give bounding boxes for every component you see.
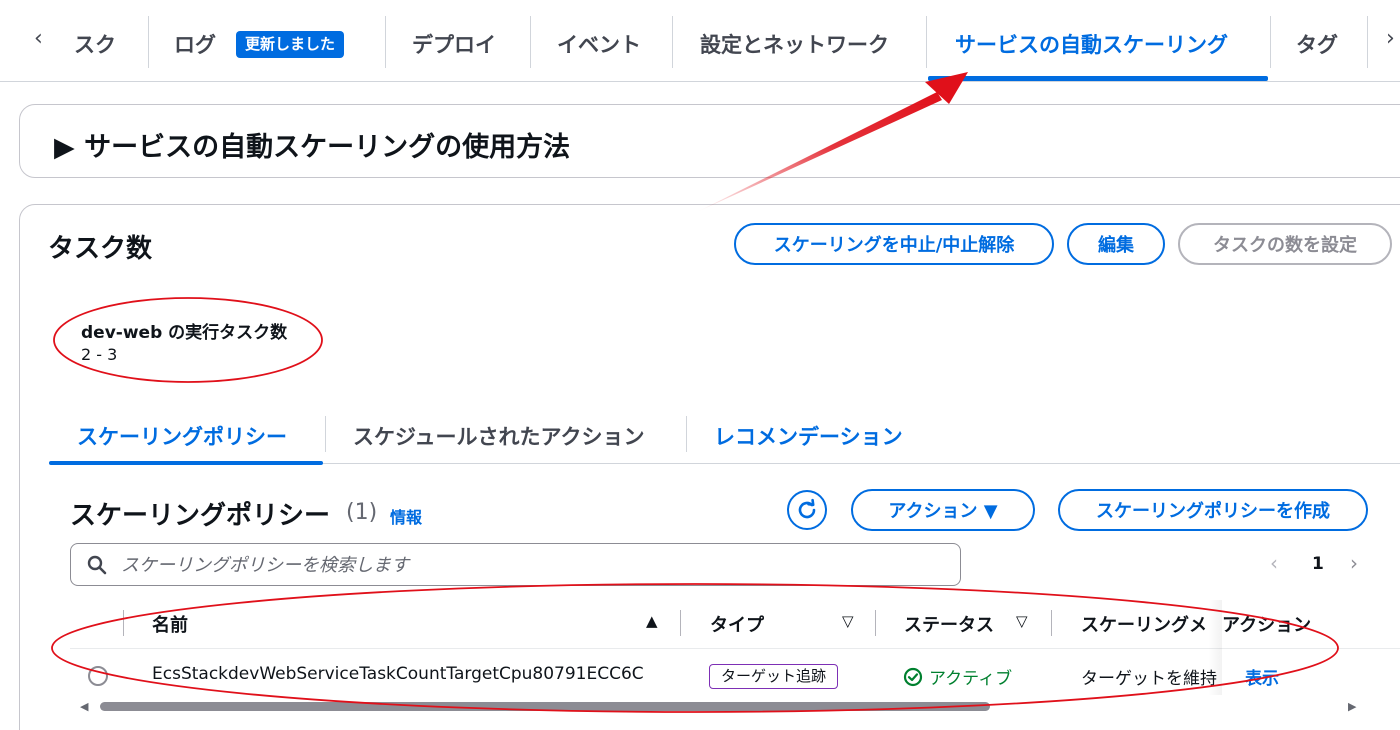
tab-configuration-networking[interactable]: 設定とネットワーク <box>700 29 889 59</box>
tab-divider <box>385 16 386 68</box>
scaling-policies-count: (1) <box>346 500 378 525</box>
refresh-button[interactable] <box>787 490 827 530</box>
tab-logs[interactable]: ログ <box>174 29 216 59</box>
info-link[interactable]: 情報 <box>390 504 422 528</box>
subtab-scaling-policies[interactable]: スケーリングポリシー <box>77 421 287 451</box>
scaling-policies-heading: スケーリングポリシー <box>70 501 331 531</box>
task-count-container <box>19 204 1400 730</box>
tab-divider <box>530 16 531 68</box>
tab-events[interactable]: イベント <box>557 29 641 59</box>
howto-expandable-panel[interactable]: ▶ サービスの自動スケーリングの使用方法 <box>19 104 1400 178</box>
policy-status-cell: アクティブ <box>903 664 1012 689</box>
tab-divider <box>1270 16 1271 68</box>
policy-search-input[interactable] <box>121 552 941 578</box>
header-row-divider <box>70 648 1400 649</box>
column-divider <box>123 610 124 636</box>
column-divider[interactable] <box>1051 610 1052 636</box>
current-page-number[interactable]: 1 <box>1312 554 1324 574</box>
policy-metric-cell: ターゲットを維持 <box>1081 669 1217 689</box>
subtab-divider <box>686 416 687 452</box>
status-text: アクティブ <box>929 669 1013 689</box>
create-scaling-policy-button[interactable]: スケーリングポリシーを作成 <box>1058 489 1368 531</box>
actions-dropdown-button[interactable]: アクション ▼ <box>851 489 1035 531</box>
next-page-icon[interactable]: › <box>1350 551 1358 575</box>
tab-tasks[interactable]: スク <box>74 29 116 59</box>
running-task-count-value: 2 - 3 <box>81 345 118 364</box>
column-header-type[interactable]: タイプ <box>710 611 764 637</box>
search-icon <box>87 555 107 575</box>
edit-button[interactable]: 編集 <box>1067 223 1165 265</box>
policy-name-cell: EcsStackdevWebServiceTaskCountTargetCpu8… <box>152 664 644 684</box>
set-task-count-button: タスクの数を設定 <box>1178 223 1392 265</box>
subtab-recommendations[interactable]: レコメンデーション <box>714 421 903 451</box>
row-select-radio[interactable] <box>88 666 108 686</box>
column-header-action: アクション <box>1222 615 1312 636</box>
policy-type-badge: ターゲット追跡 <box>709 664 839 689</box>
sort-icon[interactable]: ▽ <box>842 612 854 630</box>
previous-page-icon: ‹ <box>1270 551 1278 575</box>
suspend-scaling-button[interactable]: スケーリングを中止/中止解除 <box>734 223 1054 265</box>
sticky-column-shadow <box>1208 600 1222 695</box>
task-count-heading: タスク数 <box>48 234 153 264</box>
howto-panel-title[interactable]: ▶ サービスの自動スケーリングの使用方法 <box>54 125 570 164</box>
tab-scroll-right-icon[interactable]: › <box>1386 26 1395 51</box>
column-divider[interactable] <box>875 610 876 636</box>
view-policy-link[interactable]: 表示 <box>1245 664 1279 689</box>
scroll-right-icon[interactable]: ▶ <box>1348 700 1356 713</box>
tab-divider <box>672 16 673 68</box>
tab-deployments[interactable]: デプロイ <box>412 29 496 59</box>
updated-badge: 更新しました <box>236 31 345 58</box>
tab-tags[interactable]: タグ <box>1296 29 1338 59</box>
refresh-icon <box>798 498 816 519</box>
scrollbar-thumb[interactable] <box>100 702 990 711</box>
active-tab-indicator <box>928 76 1268 81</box>
subtab-scheduled-actions[interactable]: スケジュールされたアクション <box>353 421 644 451</box>
sort-ascending-icon[interactable]: ▲ <box>646 612 658 630</box>
column-header-status[interactable]: ステータス <box>904 611 994 637</box>
active-subtab-indicator <box>49 461 323 465</box>
policy-search-box[interactable] <box>70 543 961 586</box>
check-circle-icon <box>903 667 923 686</box>
tab-divider <box>148 16 149 68</box>
running-task-count-label: dev-web の実行タスク数 <box>81 323 288 343</box>
tab-scroll-left-icon[interactable]: ‹ <box>34 26 43 51</box>
service-tab-bar: ‹ スク ログ 更新しました デプロイ イベント 設定とネットワーク サービスの… <box>0 0 1400 82</box>
subtab-divider <box>325 416 326 452</box>
tab-service-auto-scaling[interactable]: サービスの自動スケーリング <box>955 29 1228 59</box>
sort-icon[interactable]: ▽ <box>1016 612 1028 630</box>
column-header-name[interactable]: 名前 <box>152 611 188 637</box>
tab-divider <box>1367 16 1368 68</box>
column-header-metric[interactable]: スケーリングメ <box>1081 611 1216 637</box>
scroll-left-icon[interactable]: ◀ <box>80 700 88 713</box>
column-divider[interactable] <box>680 610 681 636</box>
tab-divider <box>926 16 927 68</box>
